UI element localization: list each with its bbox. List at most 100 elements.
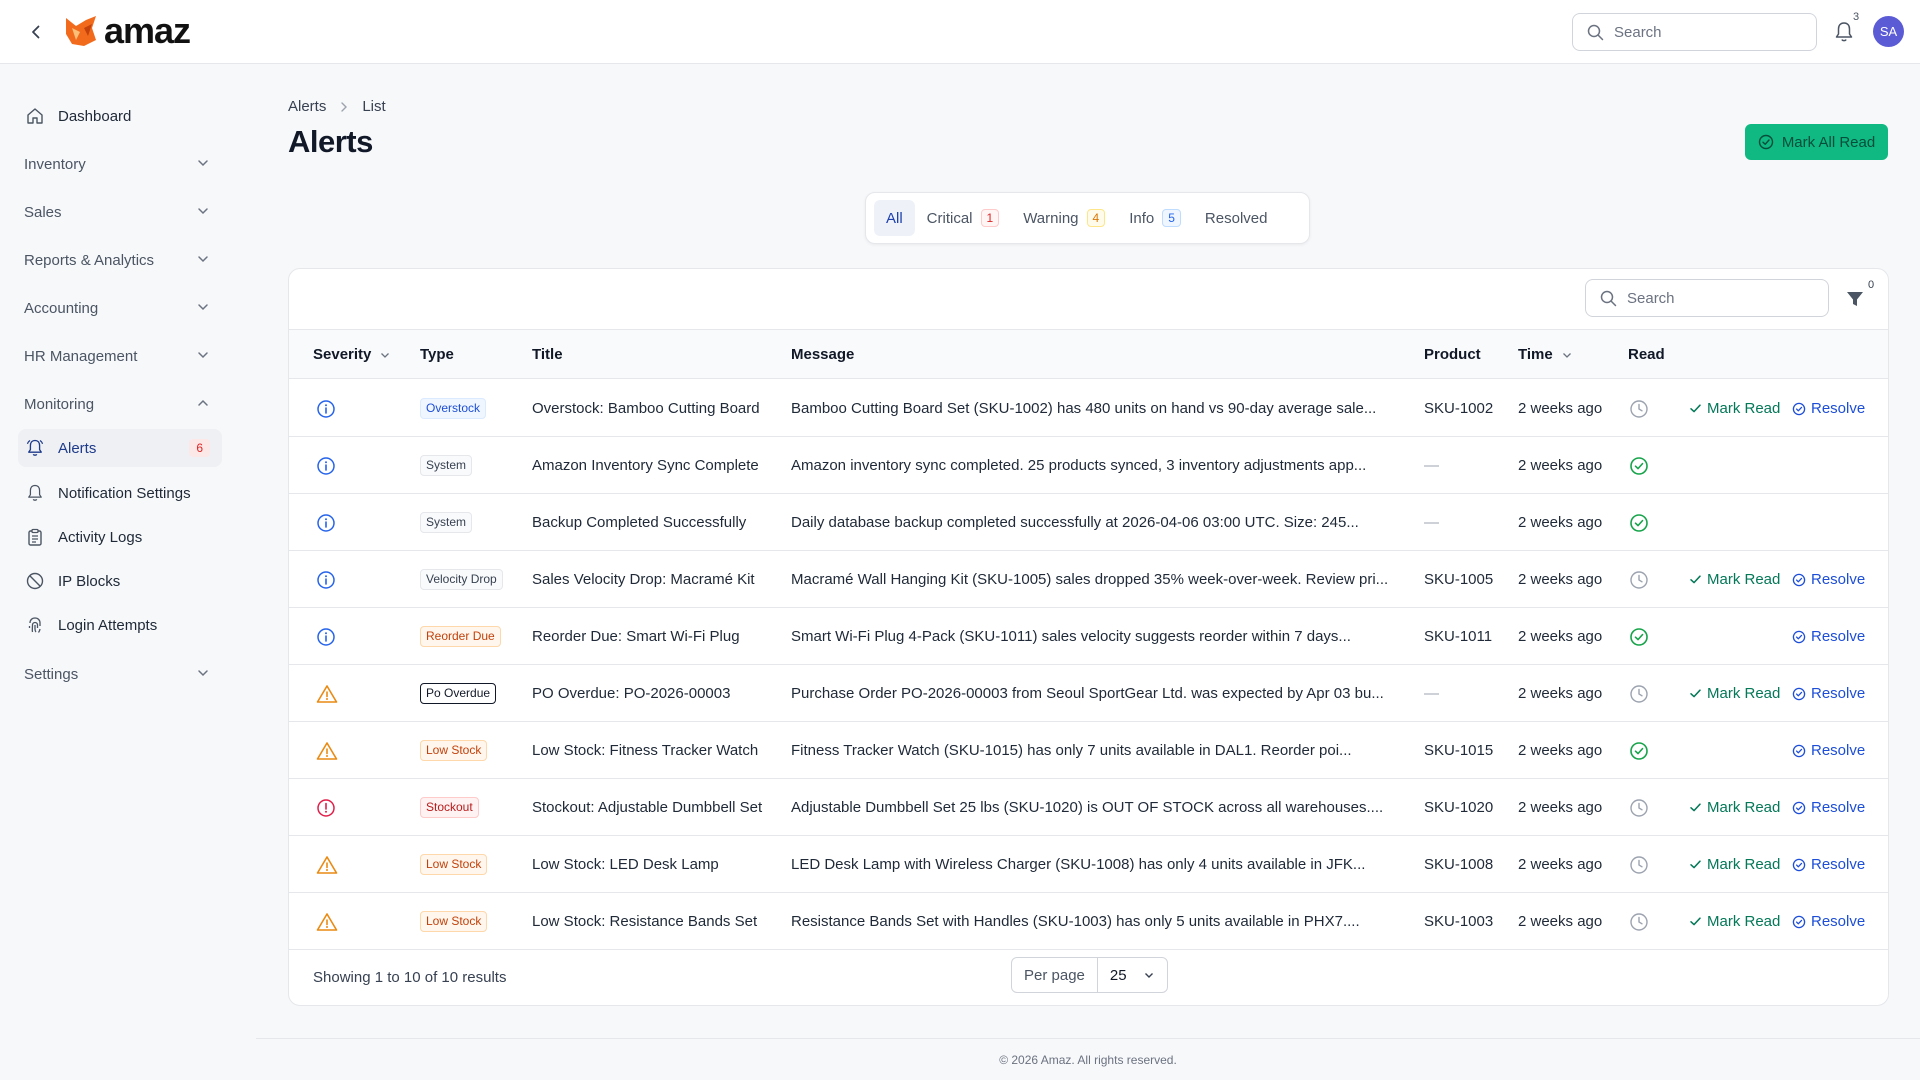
table-row[interactable]: Stockout Stockout: Adjustable Dumbbell Se… <box>289 779 1888 836</box>
tab-resolved[interactable]: Resolved <box>1193 200 1280 236</box>
tab-label: Resolved <box>1204 209 1268 227</box>
clock-icon <box>1629 798 1649 818</box>
table-search-input[interactable] <box>1627 289 1807 307</box>
resolve-button[interactable]: Resolve <box>1792 608 1865 665</box>
table-row[interactable]: Overstock Overstock: Bamboo Cutting Board… <box>289 380 1888 437</box>
chevron-left-icon <box>32 25 40 39</box>
check-icon <box>1689 573 1702 586</box>
table-row[interactable]: Po Overdue PO Overdue: PO-2026-00003 Purch… <box>289 665 1888 722</box>
global-search[interactable] <box>1572 13 1817 51</box>
notification-count: 3 <box>1853 11 1860 23</box>
table-row[interactable]: System Backup Completed Successfully Daily… <box>289 494 1888 551</box>
sidebar-group-settings[interactable]: Settings <box>18 655 222 693</box>
page-title: Alerts <box>288 124 373 159</box>
mark-read-button[interactable]: Mark Read <box>1689 836 1780 893</box>
sidebar-group-label: Settings <box>24 665 79 683</box>
sidebar-item-dashboard[interactable]: Dashboard <box>18 97 222 135</box>
alert-time: 2 weeks ago <box>1518 571 1603 588</box>
bell-icon[interactable] <box>1832 20 1856 44</box>
table-row[interactable]: Velocity Drop Sales Velocity Drop: Macram… <box>289 551 1888 608</box>
resolve-button[interactable]: Resolve <box>1792 836 1865 893</box>
resolve-button[interactable]: Resolve <box>1792 380 1865 437</box>
mark-read-button[interactable]: Mark Read <box>1689 893 1780 950</box>
table-row[interactable]: Low Stock Low Stock: LED Desk Lamp LED Des… <box>289 836 1888 893</box>
table-row[interactable]: Low Stock Low Stock: Resistance Bands Set… <box>289 893 1888 950</box>
resolve-button[interactable]: Resolve <box>1792 779 1865 836</box>
column-label: Severity <box>313 346 372 363</box>
resolve-button[interactable]: Resolve <box>1792 665 1865 722</box>
global-search-input[interactable] <box>1614 23 1794 41</box>
resolve-label: Resolve <box>1811 742 1866 759</box>
chevron-down-icon <box>381 352 390 358</box>
info-icon <box>316 513 336 533</box>
tab-label: Critical <box>926 209 973 227</box>
mark-read-button[interactable]: Mark Read <box>1689 665 1780 722</box>
resolve-label: Resolve <box>1811 571 1866 588</box>
resolve-label: Resolve <box>1811 685 1866 702</box>
type-badge: Stockout <box>420 797 479 818</box>
sidebar-item-alerts[interactable]: Alerts 6 <box>18 429 222 467</box>
sidebar-item-activity-logs[interactable]: Activity Logs <box>18 518 222 556</box>
sidebar-group-hr[interactable]: HR Management <box>18 337 222 375</box>
alert-message: Daily database backup completed successf… <box>791 514 1359 531</box>
tab-info[interactable]: Info 5 <box>1117 200 1193 236</box>
table-row[interactable]: Reorder Due Reorder Due: Smart Wi-Fi Plug… <box>289 608 1888 665</box>
filter-icon[interactable] <box>1844 288 1866 310</box>
mark-read-button[interactable]: Mark Read <box>1689 779 1780 836</box>
table-search[interactable] <box>1585 279 1829 317</box>
tab-count-badge: 1 <box>980 209 1000 227</box>
resolve-icon <box>1792 801 1806 815</box>
resolve-label: Resolve <box>1811 400 1866 417</box>
sidebar-group-inventory[interactable]: Inventory <box>18 145 222 183</box>
block-icon <box>24 570 46 592</box>
mark-all-read-label: Mark All Read <box>1781 133 1876 151</box>
resolve-button[interactable]: Resolve <box>1792 551 1865 608</box>
user-avatar[interactable]: SA <box>1873 16 1904 47</box>
sidebar-group-reports[interactable]: Reports & Analytics <box>18 241 222 279</box>
column-type: Type <box>420 346 454 363</box>
bell-icon <box>24 482 46 504</box>
warning-icon <box>316 912 338 932</box>
resolve-button[interactable]: Resolve <box>1792 893 1865 950</box>
alert-time: 2 weeks ago <box>1518 514 1603 531</box>
read-status <box>1629 437 1649 494</box>
table-row[interactable]: Low Stock Low Stock: Fitness Tracker Watc… <box>289 722 1888 779</box>
sidebar-group-label: Monitoring <box>24 395 95 413</box>
sidebar-item-login-attempts[interactable]: Login Attempts <box>18 606 222 644</box>
mark-read-button[interactable]: Mark Read <box>1689 380 1780 437</box>
sidebar-group-accounting[interactable]: Accounting <box>18 289 222 327</box>
tab-warning[interactable]: Warning 4 <box>1011 200 1117 236</box>
column-time[interactable]: Time <box>1518 346 1573 363</box>
mark-all-read-button[interactable]: Mark All Read <box>1745 124 1888 160</box>
tab-all[interactable]: All <box>874 200 915 236</box>
table-row[interactable]: System Amazon Inventory Sync Complete Amaz… <box>289 437 1888 494</box>
product-sku: — <box>1424 514 1439 531</box>
resolve-button[interactable]: Resolve <box>1792 722 1865 779</box>
app-logo[interactable]: amaz <box>62 13 191 49</box>
read-status <box>1629 893 1649 950</box>
type-badge: Overstock <box>420 398 487 419</box>
tab-label: All <box>886 209 903 227</box>
check-circle-icon <box>1629 456 1649 476</box>
alert-message: Bamboo Cutting Board Set (SKU-1002) has … <box>791 400 1377 417</box>
check-circle-icon <box>1758 134 1774 150</box>
sidebar-group-sales[interactable]: Sales <box>18 193 222 231</box>
column-severity[interactable]: Severity <box>313 346 391 363</box>
sidebar-group-monitoring[interactable]: Monitoring <box>18 385 222 423</box>
check-circle-icon <box>1629 513 1649 533</box>
fox-logo-icon <box>66 16 96 46</box>
top-bar: amaz 3 SA <box>0 0 1920 64</box>
clock-icon <box>1629 570 1649 590</box>
tab-critical[interactable]: Critical 1 <box>915 200 1012 236</box>
back-button[interactable] <box>24 20 48 44</box>
product-sku: — <box>1424 685 1439 702</box>
per-page-select[interactable]: 25 <box>1098 958 1167 992</box>
product-sku: SKU-1020 <box>1424 799 1494 816</box>
sidebar-item-notification-settings[interactable]: Notification Settings <box>18 474 222 512</box>
sidebar-item-ip-blocks[interactable]: IP Blocks <box>18 562 222 600</box>
bell-icon <box>24 437 46 459</box>
breadcrumb-root[interactable]: Alerts <box>288 98 326 115</box>
check-icon <box>1689 801 1702 814</box>
mark-read-button[interactable]: Mark Read <box>1689 551 1780 608</box>
alert-title: Low Stock: LED Desk Lamp <box>532 856 719 873</box>
